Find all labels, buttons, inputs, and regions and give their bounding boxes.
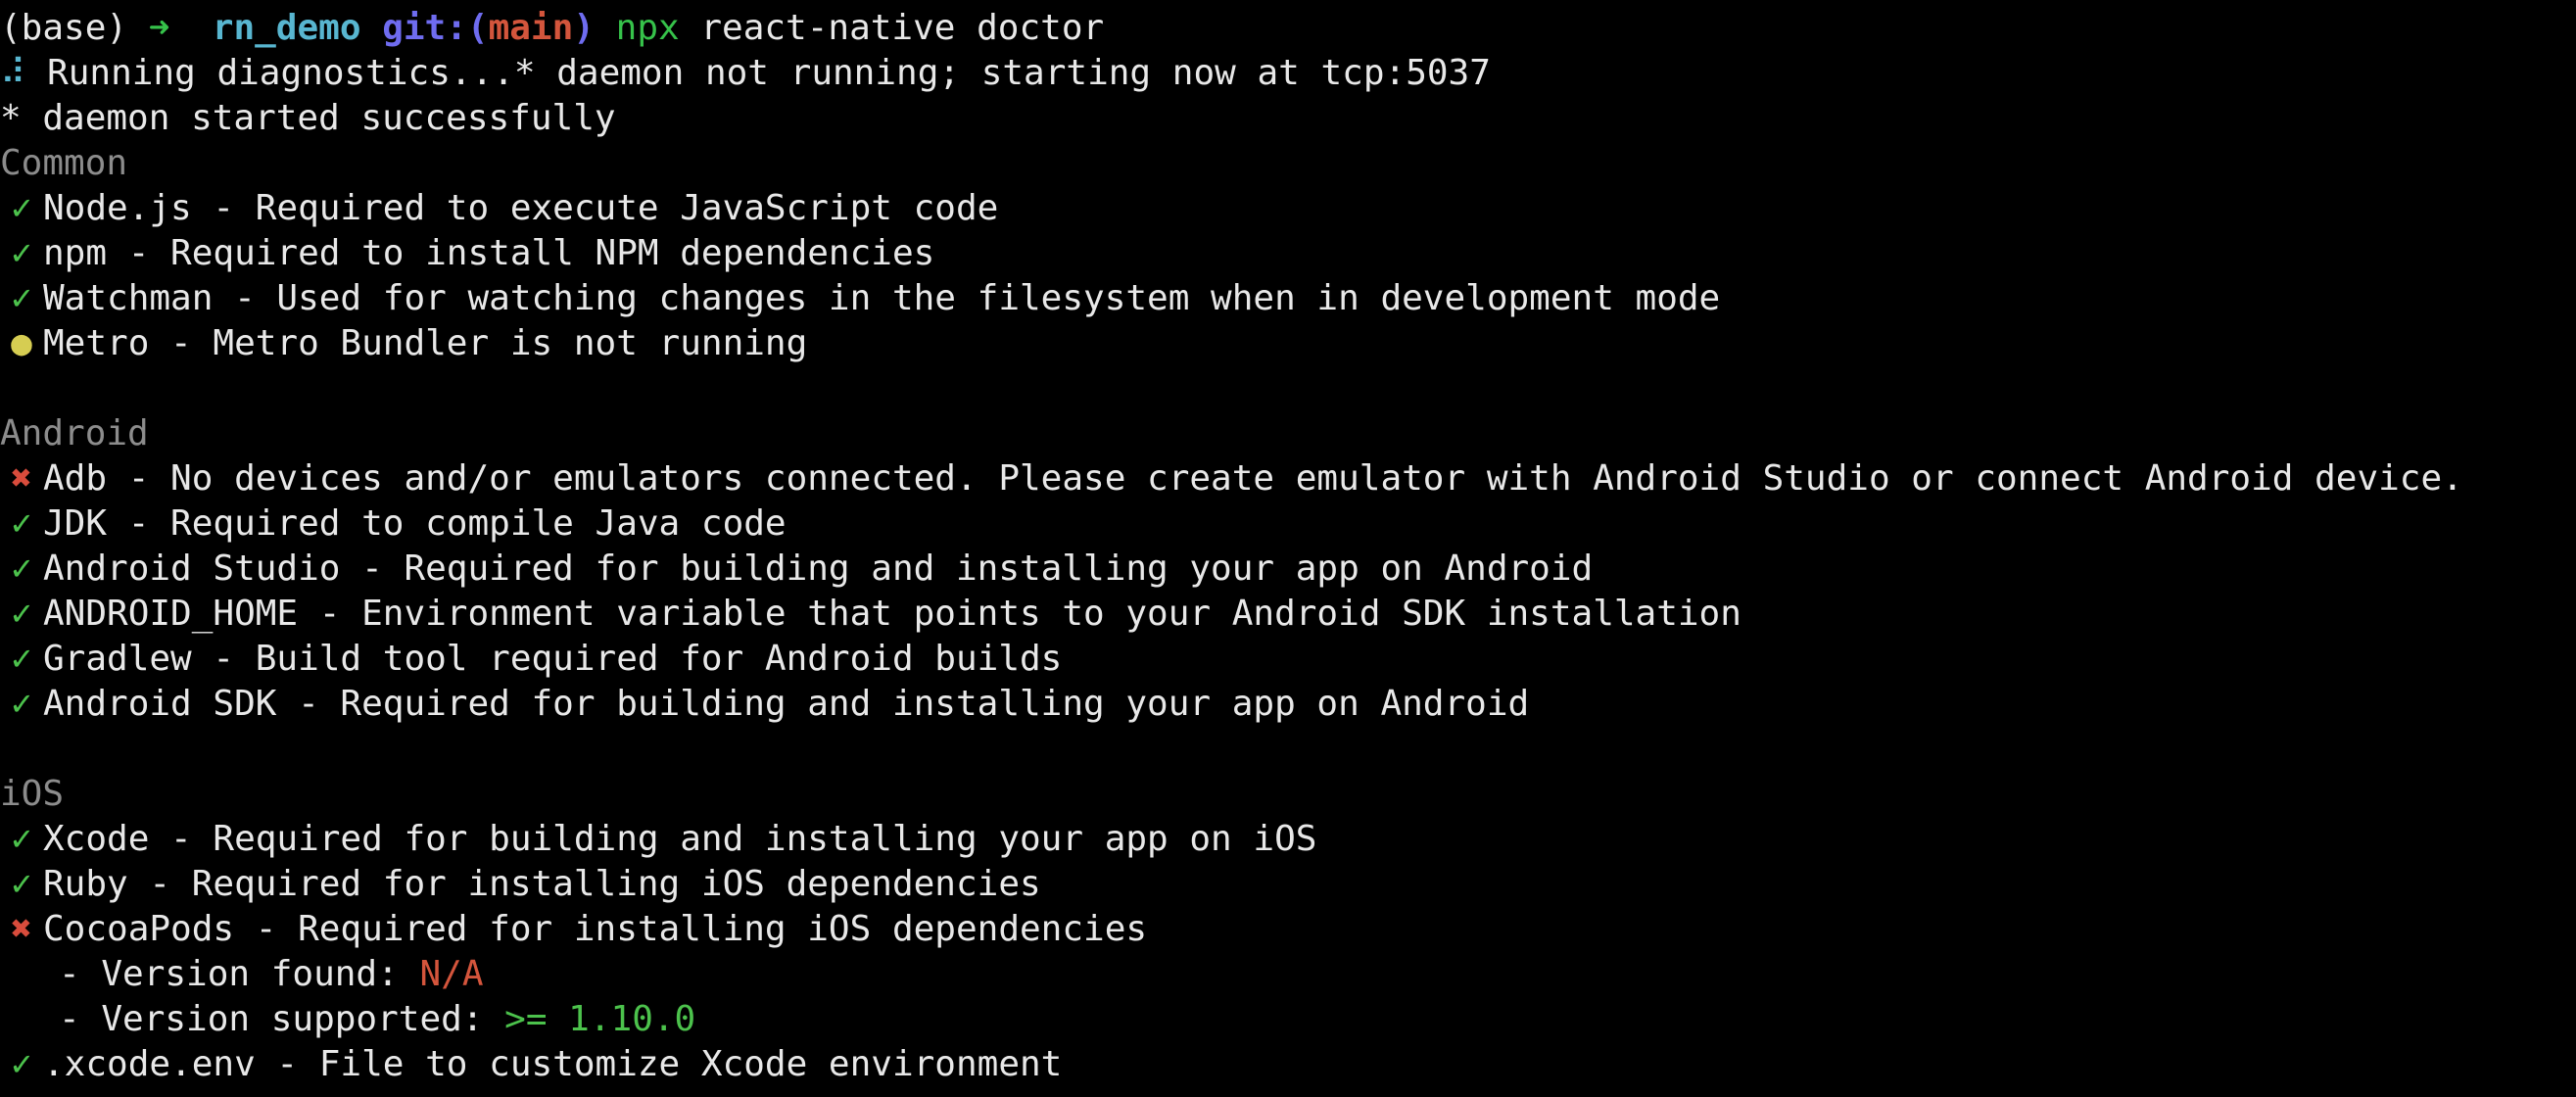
current-directory: rn_demo: [212, 8, 361, 48]
check-icon: ✓: [11, 503, 32, 544]
version-found-label: - Version found:: [59, 954, 420, 994]
item-text: Gradlew - Build tool required for Androi…: [43, 639, 1063, 679]
prompt-line: (base) ➜ rn_demo git:(main) npx react-na…: [0, 6, 1104, 51]
list-item: ✓ Xcode - Required for building and insta…: [0, 817, 1316, 862]
cocoapods-version-found: - Version found: N/A: [0, 952, 484, 997]
list-item: ✓ Ruby - Required for installing iOS depe…: [0, 862, 1041, 907]
version-supported-label: - Version supported:: [59, 999, 505, 1039]
item-text: .xcode.env - File to customize Xcode env…: [43, 1044, 1063, 1084]
git-branch: main: [488, 8, 574, 48]
list-item: ✓ Android SDK - Required for building and…: [0, 682, 1529, 727]
item-text: Adb - No devices and/or emulators connec…: [43, 458, 2463, 499]
item-text: Android SDK - Required for building and …: [43, 684, 1530, 724]
list-item: ✖ CocoaPods - Required for installing iOS…: [0, 907, 1147, 952]
check-icon: ✓: [11, 233, 32, 273]
warning-dot-icon: ●: [11, 323, 32, 363]
list-item: ✓ npm - Required to install NPM dependenc…: [0, 231, 934, 276]
list-item: ✖ Adb - No devices and/or emulators conne…: [0, 456, 2463, 501]
item-text: Android Studio - Required for building a…: [43, 548, 1594, 589]
list-item: ✓ Android Studio - Required for building …: [0, 547, 1593, 592]
running-line: ⠼ Running diagnostics...* daemon not run…: [0, 51, 1491, 96]
check-icon: ✓: [11, 188, 32, 228]
command-npx: npx: [615, 8, 680, 48]
check-icon: ✓: [11, 819, 32, 859]
command-args: react-native doctor: [700, 8, 1105, 48]
item-text: Watchman - Used for watching changes in …: [43, 278, 1721, 318]
check-icon: ✓: [11, 278, 32, 318]
list-item: ✓ ANDROID_HOME - Environment variable tha…: [0, 592, 1741, 637]
list-item: ✓ .xcode.env - File to customize Xcode en…: [0, 1042, 1062, 1087]
item-text: Metro - Metro Bundler is not running: [43, 323, 808, 363]
list-item: ✓ Node.js - Required to execute JavaScrip…: [0, 186, 998, 231]
version-supported-value: >= 1.10.0: [504, 999, 696, 1039]
item-text: npm - Required to install NPM dependenci…: [43, 233, 935, 273]
list-item: ● Metro - Metro Bundler is not running: [0, 321, 807, 366]
cross-icon: ✖: [11, 458, 32, 499]
running-text: Running diagnostics...* daemon not runni…: [47, 53, 1491, 93]
spinner-icon: ⠼: [0, 53, 26, 93]
section-title-common: Common: [0, 143, 128, 183]
list-item: ✓ JDK - Required to compile Java code: [0, 501, 787, 547]
list-item: ✓ Gradlew - Build tool required for Andro…: [0, 637, 1062, 682]
item-text: Node.js - Required to execute JavaScript…: [43, 188, 999, 228]
check-icon: ✓: [11, 548, 32, 589]
item-text: JDK - Required to compile Java code: [43, 503, 787, 544]
cross-icon: ✖: [11, 909, 32, 949]
conda-env: (base): [0, 8, 128, 48]
check-icon: ✓: [11, 594, 32, 634]
cocoapods-version-supported: - Version supported: >= 1.10.0: [0, 997, 695, 1042]
item-text: ANDROID_HOME - Environment variable that…: [43, 594, 1741, 634]
section-title-android: Android: [0, 413, 149, 453]
terminal-window[interactable]: (base) ➜ rn_demo git:(main) npx react-na…: [0, 0, 2576, 1097]
check-icon: ✓: [11, 684, 32, 724]
item-text: Ruby - Required for installing iOS depen…: [43, 864, 1041, 904]
prompt-arrow-icon: ➜: [148, 8, 170, 48]
list-item: ✓ Watchman - Used for watching changes in…: [0, 276, 1720, 321]
check-icon: ✓: [11, 1044, 32, 1084]
daemon-started-line: * daemon started successfully: [0, 98, 616, 138]
section-title-ios: iOS: [0, 774, 65, 814]
check-icon: ✓: [11, 639, 32, 679]
item-text: Xcode - Required for building and instal…: [43, 819, 1317, 859]
version-found-value: N/A: [419, 954, 484, 994]
git-label-close: ): [573, 8, 595, 48]
check-icon: ✓: [11, 864, 32, 904]
git-label: git:(: [382, 8, 489, 48]
item-text: CocoaPods - Required for installing iOS …: [43, 909, 1148, 949]
